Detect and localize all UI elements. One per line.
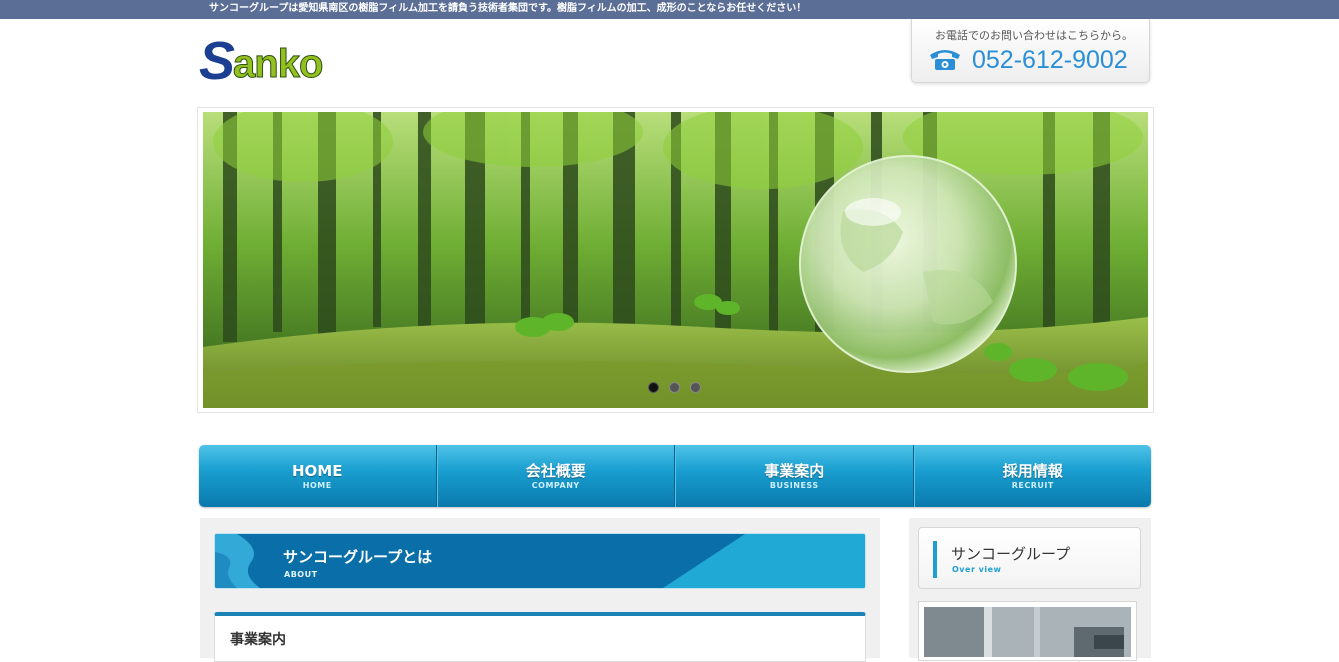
business-title: 事業案内 — [230, 632, 286, 648]
nav-sublabel: BUSINESS — [769, 480, 819, 490]
nav-sublabel: HOME — [302, 480, 332, 490]
top-bar: サンコーグループは愛知県南区の樹脂フィルム加工を請負う技術者集団です。樹脂フィル… — [0, 0, 1339, 19]
nav-label: 会社概要 — [525, 461, 586, 480]
logo-initial: S — [199, 31, 235, 91]
phone-contact-box: お電話でのお問い合わせはこちらから。 052-612-9002 — [911, 19, 1150, 83]
nav-item-company[interactable]: 会社概要 COMPANY — [436, 445, 675, 507]
about-sublabel: ABOUT — [284, 570, 318, 579]
hero-slider[interactable] — [203, 112, 1148, 408]
sidebar-photo[interactable] — [924, 607, 1131, 657]
sidebar-title: サンコーグループ — [951, 545, 1071, 563]
sanko-logo[interactable]: S anko — [199, 31, 324, 91]
accent-bar — [933, 541, 937, 578]
nav-label: HOME — [292, 461, 343, 480]
phone-label: お電話でのお問い合わせはこちらから。 — [935, 29, 1133, 42]
nav-item-recruit[interactable]: 採用情報 RECRUIT — [913, 445, 1152, 507]
slider-dots — [648, 382, 701, 393]
office-photo — [924, 607, 1131, 657]
phone-number[interactable]: 052-612-9002 — [972, 45, 1128, 75]
forest-globe-image — [203, 112, 1148, 408]
nav-label: 採用情報 — [1002, 461, 1063, 480]
global-nav: HOME HOME 会社概要 COMPANY 事業案内 BUSINESS 採用情… — [199, 445, 1151, 507]
telephone-icon — [930, 50, 960, 70]
sidebar-overview-heading[interactable]: サンコーグループ Over view — [918, 527, 1141, 589]
site-tagline: サンコーグループは愛知県南区の樹脂フィルム加工を請負う技術者集団です。樹脂フィル… — [209, 3, 807, 14]
nav-sublabel: RECRUIT — [1011, 480, 1054, 490]
nav-item-home[interactable]: HOME HOME — [199, 445, 437, 507]
nav-label: 事業案内 — [764, 461, 825, 480]
about-banner[interactable]: サンコーグループとは ABOUT — [214, 533, 866, 589]
sidebar-sublabel: Over view — [952, 565, 1002, 574]
nav-item-business[interactable]: 事業案内 BUSINESS — [675, 445, 914, 507]
slider-dot-3[interactable] — [690, 382, 701, 393]
slider-dot-1[interactable] — [648, 382, 659, 393]
nav-sublabel: COMPANY — [531, 480, 580, 490]
business-section: 事業案内 — [214, 612, 866, 662]
about-title: サンコーグループとは — [283, 548, 433, 566]
slider-dot-2[interactable] — [669, 382, 680, 393]
logo-wordmark: anko — [233, 42, 324, 87]
